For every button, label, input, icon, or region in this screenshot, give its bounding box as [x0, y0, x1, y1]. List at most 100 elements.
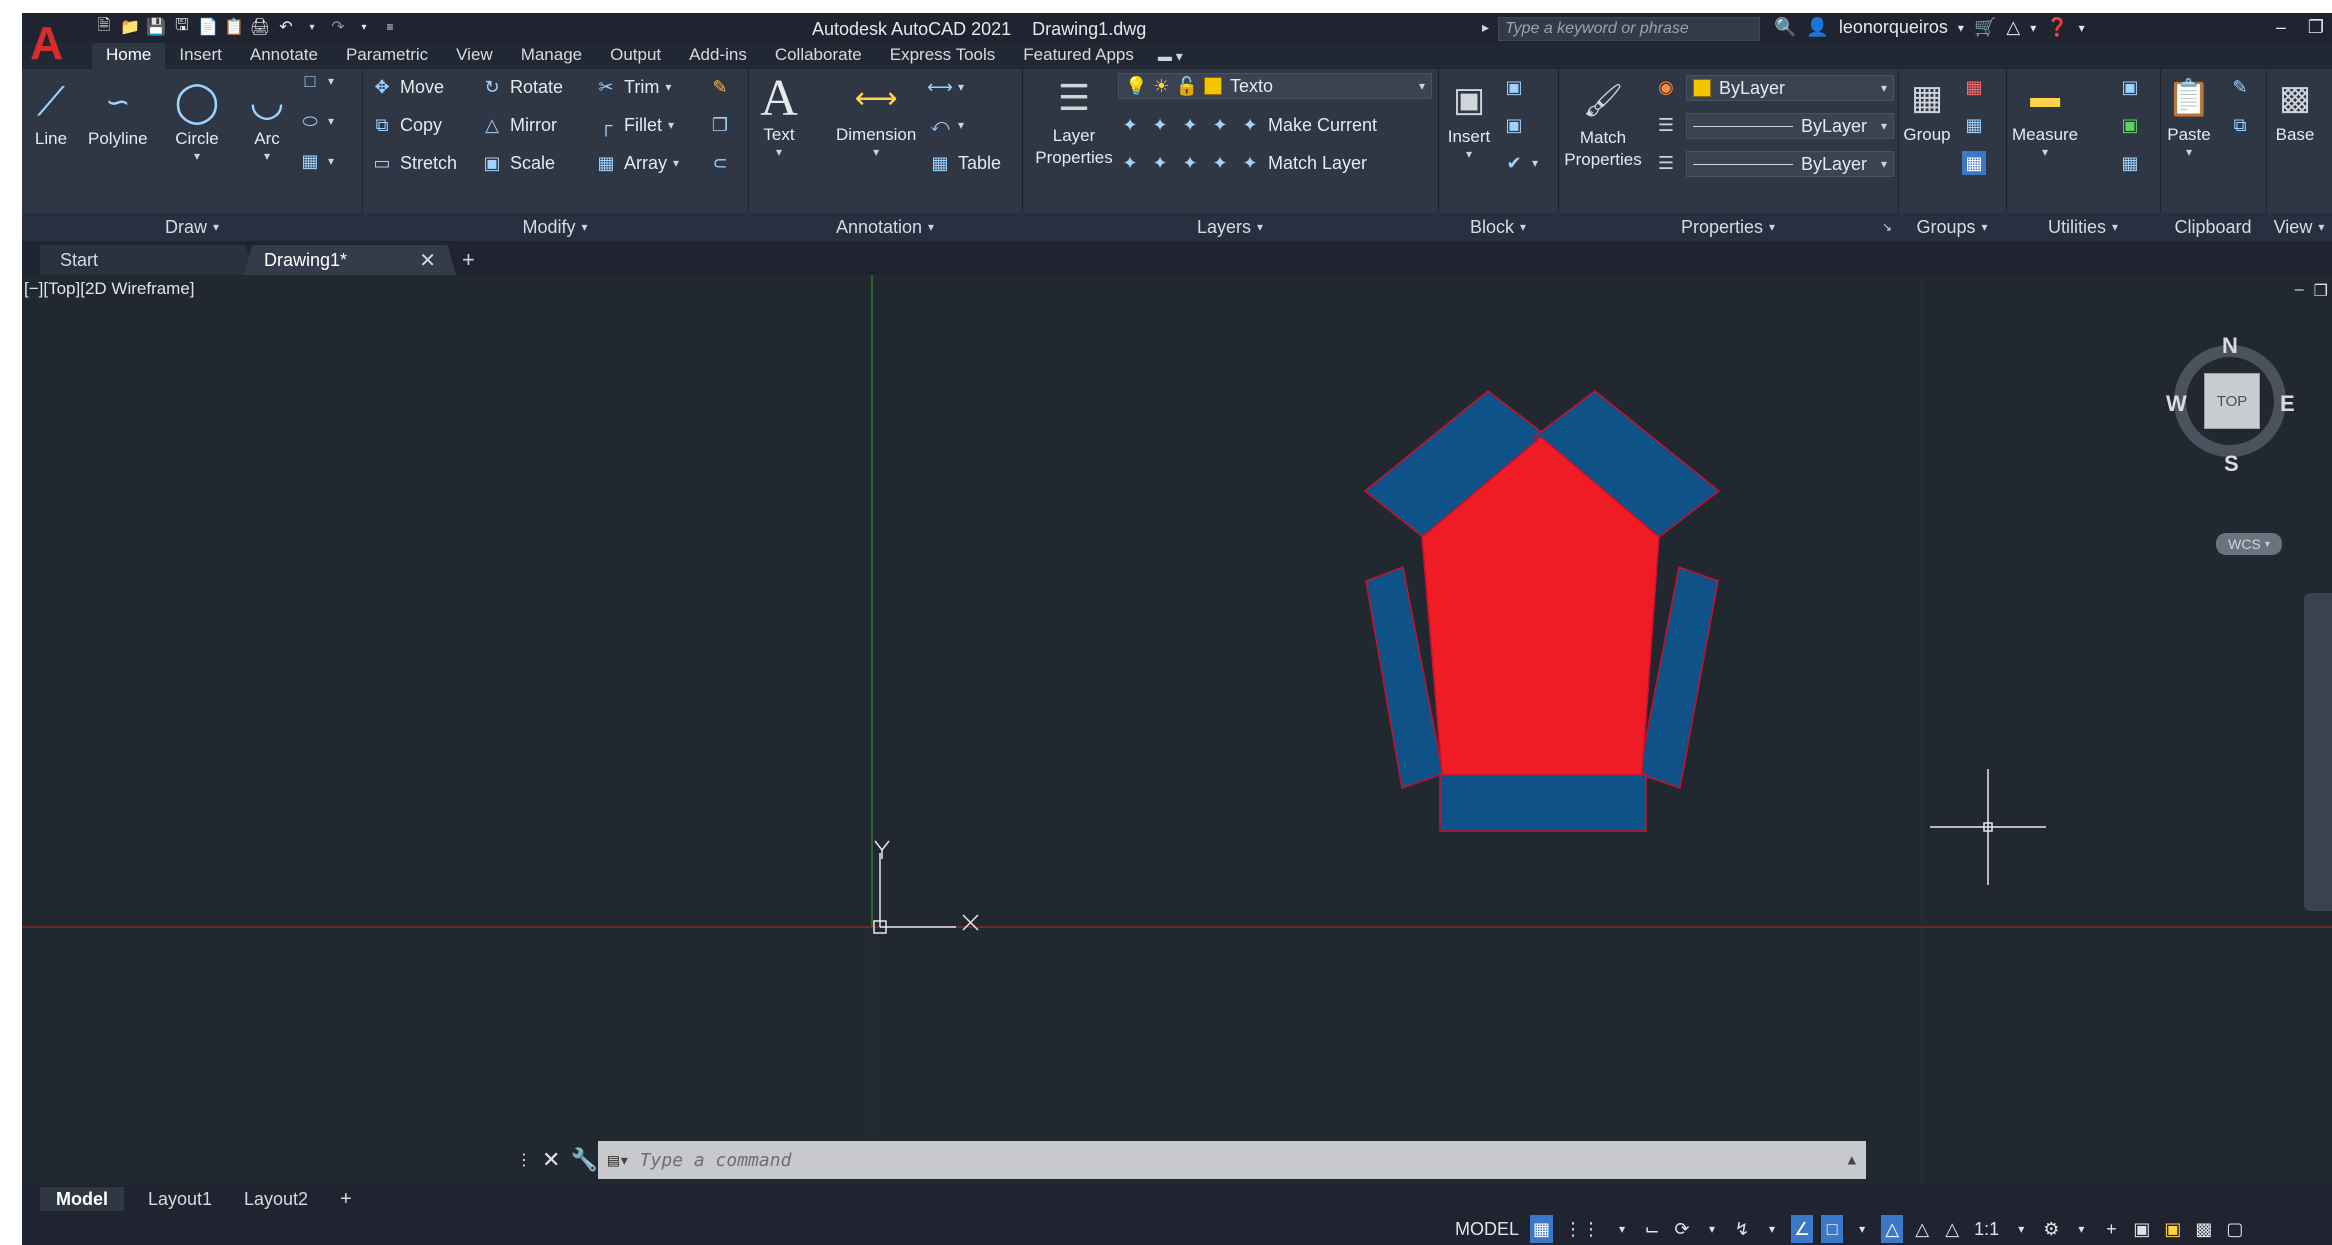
line-tool[interactable]: ⟋ Line	[24, 75, 78, 149]
customize-command-line-icon[interactable]: 🔧	[570, 1147, 597, 1173]
undo-icon[interactable]: ↶	[276, 17, 296, 37]
make-current-icon[interactable]: ✦	[1238, 113, 1262, 137]
layer-on-all-icon[interactable]: ✦	[1118, 151, 1142, 175]
quick-select-tool[interactable]: ▣	[2118, 75, 2142, 99]
base-view-tool[interactable]: ▩ Base	[2268, 71, 2322, 145]
select-all-tool[interactable]: ▣	[2118, 113, 2142, 137]
table-tool[interactable]: ▦ Table	[928, 151, 1001, 175]
scale-tool[interactable]: ▣ Scale	[480, 151, 555, 175]
arc-tool[interactable]: ◡ Arc ▾	[240, 75, 294, 163]
user-name[interactable]: leonorqueiros	[1839, 17, 1948, 38]
isodraft-dropdown-icon[interactable]: ▾	[1761, 1215, 1783, 1243]
snap-icon[interactable]: ⋮⋮	[1561, 1215, 1603, 1243]
object-snap-icon[interactable]: □	[1821, 1215, 1844, 1243]
linetype-dropdown[interactable]: ByLayer ▾	[1686, 151, 1894, 177]
layer-unlock-all-icon[interactable]: ✦	[1208, 151, 1232, 175]
hatch-tool[interactable]: ▦ ▾	[298, 149, 334, 173]
help-dropdown-icon[interactable]: ▾	[2079, 21, 2085, 35]
trim-dropdown-icon[interactable]: ▾	[665, 80, 671, 94]
a360-dropdown-icon[interactable]: ▾	[2030, 21, 2036, 35]
offset-tool[interactable]: ⊂	[708, 151, 732, 175]
rotate-tool[interactable]: ↻ Rotate	[480, 75, 563, 99]
workspace-gear-icon[interactable]: ⚙	[2040, 1215, 2062, 1243]
lineweight-dropdown[interactable]: ByLayer ▾	[1686, 113, 1894, 139]
move-tool[interactable]: ✥ Move	[370, 75, 444, 99]
command-history-icon[interactable]: ▤▾	[608, 1150, 630, 1171]
start-tab[interactable]: Start	[40, 245, 258, 275]
viewcube-east[interactable]: E	[2280, 391, 2295, 417]
add-layout-icon[interactable]: +	[324, 1187, 368, 1211]
command-history-dropdown-icon[interactable]: ▲	[1848, 1152, 1856, 1168]
tab-annotate[interactable]: Annotate	[236, 43, 332, 69]
save-as-icon[interactable]: 🖫	[172, 17, 192, 37]
tab-express-tools[interactable]: Express Tools	[876, 43, 1010, 69]
drawing-viewport[interactable]: [−][Top][2D Wireframe] – ❐ N S W E TOP W…	[22, 275, 2332, 1185]
open-from-web-icon[interactable]: 📄	[198, 17, 218, 37]
tab-output[interactable]: Output	[596, 43, 675, 69]
object-snap-tracking-icon[interactable]: ∠	[1791, 1215, 1814, 1243]
ellipse-dropdown-icon[interactable]: ▾	[328, 114, 334, 128]
group-edit-tool[interactable]: ▦	[1962, 113, 1986, 137]
user-icon[interactable]: 👤	[1806, 17, 1828, 38]
redo-dropdown-icon[interactable]: ▾	[354, 17, 374, 37]
groups-panel-label[interactable]: Groups ▾	[1898, 213, 2006, 241]
erase-tool[interactable]: ✎	[708, 75, 732, 99]
match-layer-label[interactable]: Match Layer	[1268, 153, 1367, 174]
layer-properties-tool[interactable]: ☰ Layer Properties	[1026, 71, 1122, 169]
command-line-grip-icon[interactable]: ⋮	[516, 1150, 532, 1170]
make-current-label[interactable]: Make Current	[1268, 115, 1377, 136]
command-input[interactable]: ▤▾ Type a command ▲	[598, 1141, 1866, 1179]
snap-dropdown-icon[interactable]: ▾	[1611, 1215, 1633, 1243]
hatch-dropdown-icon[interactable]: ▾	[328, 154, 334, 168]
group-selection-tool[interactable]: ▦	[1962, 151, 1986, 175]
viewport-minimize-icon[interactable]: –	[2295, 281, 2304, 301]
cart-icon[interactable]: 🛒	[1974, 17, 1996, 38]
lineweight-icon[interactable]: ☰	[1654, 113, 1678, 137]
group-tool[interactable]: ▦ Group	[1900, 71, 1954, 145]
linear-dimension-tool[interactable]: ⟷ ▾	[927, 75, 964, 99]
new-file-icon[interactable]: 🗎	[94, 17, 114, 37]
customize-qat-icon[interactable]: ≡	[380, 17, 400, 37]
tab-home[interactable]: Home	[92, 43, 166, 69]
annotation-panel-label[interactable]: Annotation ▾	[748, 213, 1022, 241]
clipboard-panel-label[interactable]: Clipboard	[2160, 213, 2266, 241]
measure-dropdown-icon[interactable]: ▾	[2042, 145, 2048, 159]
measure-tool[interactable]: ▬ Measure ▾	[2012, 71, 2078, 159]
view-panel-label[interactable]: View ▾	[2266, 213, 2332, 241]
properties-panel-label[interactable]: Properties ▾ ↘	[1558, 213, 1898, 241]
copy-tool[interactable]: ⧉ Copy	[370, 113, 442, 137]
dimension-dropdown-icon[interactable]: ▾	[873, 145, 879, 159]
dimension-tool[interactable]: ⟷ Dimension ▾	[836, 71, 916, 160]
cut-tool[interactable]: ✎	[2228, 75, 2252, 99]
circle-dropdown-icon[interactable]: ▾	[194, 149, 200, 163]
text-tool[interactable]: A Text ▾	[752, 70, 806, 160]
tab-manage[interactable]: Manage	[507, 43, 596, 69]
ortho-icon[interactable]: ⌙	[1641, 1215, 1663, 1243]
auto-scale-icon[interactable]: △	[1911, 1215, 1933, 1243]
polar-dropdown-icon[interactable]: ▾	[1701, 1215, 1723, 1243]
modify-panel-label[interactable]: Modify ▾	[362, 213, 748, 241]
tab-add-ins[interactable]: Add-ins	[675, 43, 761, 69]
grid-icon[interactable]: ▦	[1530, 1215, 1554, 1243]
save-icon[interactable]: 💾	[146, 17, 166, 37]
calculator-tool[interactable]: ▦	[2118, 151, 2142, 175]
fillet-dropdown-icon[interactable]: ▾	[668, 118, 674, 132]
fillet-tool[interactable]: ┌ Fillet ▾	[594, 113, 674, 137]
viewcube[interactable]: N S W E TOP	[2166, 333, 2295, 476]
array-tool[interactable]: ▦ Array ▾	[594, 151, 679, 175]
wcs-menu[interactable]: WCS ▾	[2216, 533, 2282, 555]
undo-dropdown-icon[interactable]: ▾	[302, 17, 322, 37]
drawing-tab[interactable]: Drawing1* ✕	[244, 245, 456, 275]
viewport-restore-icon[interactable]: ❐	[2314, 281, 2328, 301]
close-command-line-icon[interactable]: ✕	[542, 1147, 560, 1173]
paste-dropdown-icon[interactable]: ▾	[2186, 145, 2192, 159]
layer-isolate-icon[interactable]: ✦	[1148, 113, 1172, 137]
insert-tool[interactable]: ▣ Insert ▾	[1442, 73, 1496, 161]
polar-tracking-icon[interactable]: ⟳	[1671, 1215, 1693, 1243]
tab-view[interactable]: View	[442, 43, 507, 69]
drawing-canvas[interactable]	[22, 275, 2332, 1185]
rectangle-dropdown-icon[interactable]: ▾	[328, 74, 334, 88]
leader-dropdown-icon[interactable]: ▾	[958, 118, 964, 132]
autodesk-a360-icon[interactable]: △	[2006, 17, 2020, 38]
match-properties-tool[interactable]: 🖌 Match Properties	[1558, 73, 1648, 171]
